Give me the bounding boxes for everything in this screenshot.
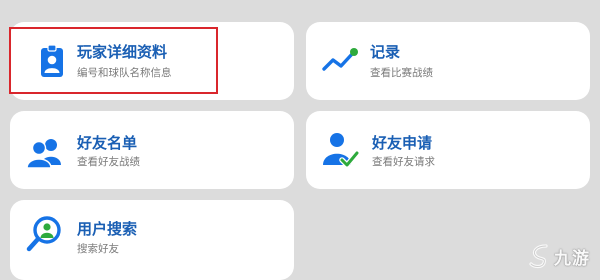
user-check-icon [320,129,360,169]
user-search-title: 用户搜索 [77,220,138,238]
record-subtitle: 查看比赛战绩 [370,67,433,79]
watermark-swirl-icon [529,244,548,269]
player-details-subtitle: 编号和球队名称信息 [77,67,172,79]
record-title: 记录 [370,43,401,61]
friend-list-subtitle: 查看好友战绩 [77,156,140,168]
magnifier-user-icon [25,214,65,254]
record-card[interactable]: 记录 查看比赛战绩 [306,22,590,100]
player-details-title: 玩家详细资料 [77,43,168,61]
user-search-card[interactable]: 用户搜索 搜索好友 [10,200,294,280]
friend-requests-subtitle: 查看好友请求 [372,156,435,168]
friend-requests-card[interactable]: 好友申请 查看好友请求 [306,111,590,189]
friend-list-title: 好友名单 [77,134,138,152]
friend-list-card[interactable]: 好友名单 查看好友战绩 [10,111,294,189]
watermark-logo: 九游 [528,241,590,271]
two-users-icon [25,133,65,173]
player-details-card[interactable]: 玩家详细资料 编号和球队名称信息 [10,22,294,100]
user-search-subtitle: 搜索好友 [77,243,119,255]
id-badge-icon [32,41,72,81]
watermark-text: 九游 [554,248,590,269]
friend-requests-title: 好友申请 [372,134,433,152]
trend-line-icon [320,41,360,81]
